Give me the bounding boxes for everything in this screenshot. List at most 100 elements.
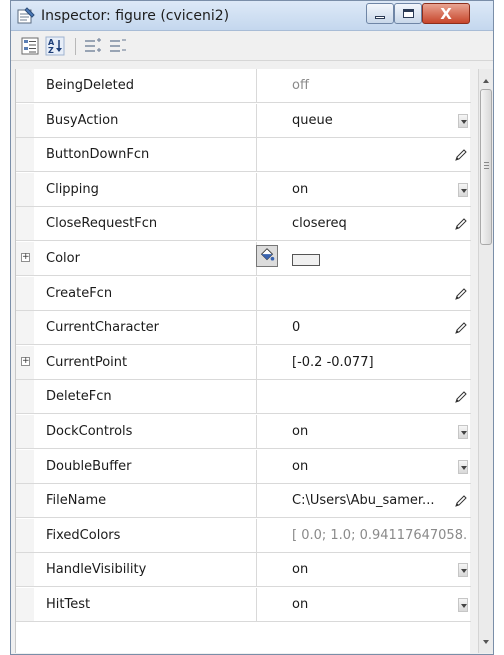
property-name: CurrentPoint <box>46 355 128 370</box>
maximize-icon <box>402 9 414 18</box>
expander-column: + <box>16 242 34 275</box>
property-row-current-character[interactable]: CurrentCharacter 0 <box>16 311 471 345</box>
pencil-icon[interactable] <box>454 217 468 231</box>
column-divider <box>256 484 257 517</box>
column-divider <box>256 104 257 137</box>
expand-plus-icon[interactable]: + <box>21 357 30 366</box>
property-name: CloseRequestFcn <box>46 216 158 231</box>
color-swatch[interactable] <box>292 254 320 266</box>
column-divider <box>256 69 257 102</box>
property-value[interactable]: on <box>292 424 452 439</box>
expander-column <box>16 519 34 552</box>
collapse-all-icon[interactable] <box>108 36 128 56</box>
property-value[interactable]: [-0.2 -0.077] <box>292 355 468 370</box>
property-row-file-name[interactable]: FileName C:\Users\Abu_samer... <box>16 484 471 518</box>
property-row-busy-action[interactable]: BusyAction queue <box>16 104 471 138</box>
pencil-icon[interactable] <box>454 390 468 404</box>
property-value[interactable]: 0 <box>292 320 452 335</box>
property-value[interactable]: on <box>292 459 452 474</box>
property-row-color[interactable]: + Color <box>16 242 471 276</box>
maximize-button[interactable] <box>394 3 422 24</box>
inspector-icon <box>17 7 35 24</box>
property-row-clipping[interactable]: Clipping on <box>16 173 471 207</box>
property-value[interactable]: on <box>292 562 452 577</box>
window-title: Inspector: figure (cviceni2) <box>41 8 230 24</box>
toolbar-separator <box>75 38 76 55</box>
property-row-button-down-fcn[interactable]: ButtonDownFcn <box>16 138 471 172</box>
scroll-thumb[interactable] <box>480 89 492 245</box>
scroll-up-icon[interactable] <box>481 76 491 86</box>
column-divider <box>256 207 257 240</box>
property-name: Clipping <box>46 182 99 197</box>
dropdown-arrow-icon[interactable] <box>458 563 468 577</box>
expand-all-icon[interactable] <box>83 36 103 56</box>
expander-column <box>16 450 34 483</box>
expander-column <box>16 138 34 171</box>
property-value[interactable]: on <box>292 597 452 612</box>
property-value[interactable]: off <box>292 78 468 93</box>
vertical-scrollbar[interactable] <box>478 69 493 653</box>
property-row-fixed-colors[interactable]: FixedColors [ 0.0; 1.0; 0.94117647058... <box>16 519 471 553</box>
property-name: HandleVisibility <box>46 562 147 577</box>
property-value[interactable]: closereq <box>292 216 452 231</box>
expander-column <box>16 484 34 517</box>
column-divider <box>256 553 257 586</box>
expander-column <box>16 380 34 413</box>
expander-column <box>16 588 34 621</box>
expander-column <box>16 553 34 586</box>
property-grid: BeingDeleted off BusyAction queue ButtonDown… <box>15 69 471 653</box>
column-divider <box>256 450 257 483</box>
property-row-hit-test[interactable]: HitTest on <box>16 588 471 622</box>
property-name: ButtonDownFcn <box>46 147 150 162</box>
color-picker-button[interactable] <box>256 245 278 267</box>
title-bar[interactable]: Inspector: figure (cviceni2) X <box>11 1 493 31</box>
expander-column <box>16 277 34 310</box>
close-button[interactable]: X <box>422 3 470 24</box>
property-value[interactable]: [ 0.0; 1.0; 0.94117647058... <box>292 528 468 543</box>
property-name: DockControls <box>46 424 133 439</box>
column-divider <box>256 415 257 448</box>
property-row-handle-visibility[interactable]: HandleVisibility on <box>16 553 471 587</box>
column-divider <box>256 277 257 310</box>
expander-column <box>16 104 34 137</box>
dropdown-arrow-icon[interactable] <box>458 425 468 439</box>
inspector-window: Inspector: figure (cviceni2) X A Z Being… <box>10 0 494 655</box>
paint-bucket-icon <box>260 248 275 261</box>
dropdown-arrow-icon[interactable] <box>458 183 468 197</box>
property-name: FileName <box>46 493 107 508</box>
dropdown-arrow-icon[interactable] <box>458 598 468 612</box>
property-row-being-deleted[interactable]: BeingDeleted off <box>16 69 471 103</box>
dropdown-arrow-icon[interactable] <box>458 114 468 128</box>
property-row-delete-fcn[interactable]: DeleteFcn <box>16 380 471 414</box>
minimize-button[interactable] <box>366 3 394 24</box>
sort-alphabetical-icon[interactable]: A Z <box>45 36 65 56</box>
property-name: BeingDeleted <box>46 78 134 93</box>
column-divider <box>256 138 257 171</box>
property-value[interactable]: C:\Users\Abu_samer... <box>292 493 452 508</box>
expander-column <box>16 69 34 102</box>
svg-text:Z: Z <box>48 46 54 55</box>
property-row-close-request-fcn[interactable]: CloseRequestFcn closereq <box>16 207 471 241</box>
property-value[interactable]: on <box>292 182 452 197</box>
pencil-icon[interactable] <box>454 148 468 162</box>
scroll-grip <box>484 162 489 163</box>
property-value[interactable]: queue <box>292 113 452 128</box>
property-row-create-fcn[interactable]: CreateFcn <box>16 277 471 311</box>
property-name: CurrentCharacter <box>46 320 160 335</box>
property-name: BusyAction <box>46 113 119 128</box>
pencil-icon[interactable] <box>454 321 468 335</box>
property-row-dock-controls[interactable]: DockControls on <box>16 415 471 449</box>
property-name: FixedColors <box>46 528 121 543</box>
pencil-icon[interactable] <box>454 494 468 508</box>
property-name: CreateFcn <box>46 286 113 301</box>
dropdown-arrow-icon[interactable] <box>458 460 468 474</box>
categorized-view-icon[interactable] <box>20 36 40 56</box>
expander-column <box>16 415 34 448</box>
expand-plus-icon[interactable]: + <box>21 253 30 262</box>
property-name: Color <box>46 251 80 266</box>
property-row-double-buffer[interactable]: DoubleBuffer on <box>16 450 471 484</box>
scroll-down-icon[interactable] <box>481 637 491 647</box>
property-row-current-point[interactable]: + CurrentPoint [-0.2 -0.077] <box>16 346 471 380</box>
pencil-icon[interactable] <box>454 287 468 301</box>
column-divider <box>256 588 257 621</box>
